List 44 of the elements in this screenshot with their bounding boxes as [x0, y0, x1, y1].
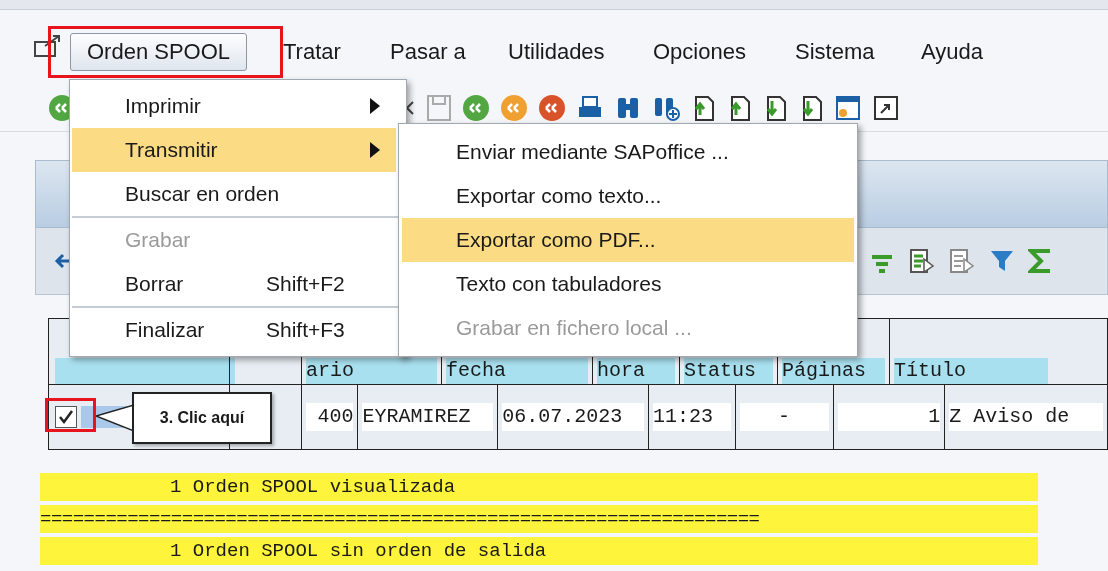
menu-bar-item[interactable]: Pasar a [390, 41, 466, 63]
menu-icon[interactable] [33, 34, 63, 60]
menu-bar-item[interactable]: Orden SPOOL [70, 33, 248, 71]
menu-bar-item[interactable]: Utilidades [508, 41, 605, 63]
table-cell: Z Aviso de [949, 403, 1103, 431]
sum-icon[interactable] [1028, 247, 1052, 275]
column-header: Título [894, 358, 1048, 384]
column-header: hora [597, 358, 675, 384]
table-cell: 1 [837, 403, 941, 431]
column-header: ario [306, 358, 437, 384]
menu-item[interactable]: Imprimir [72, 84, 396, 128]
submenu-arrow-icon [370, 142, 380, 158]
menu-item[interactable]: Finalizar Shift+F3 [72, 308, 396, 352]
table-cell: 11:23 [652, 403, 731, 431]
menu-bar-item[interactable]: Ayuda [921, 41, 983, 63]
table-cell: EYRAMIREZ [362, 403, 494, 431]
menu-item[interactable]: Borrar Shift+F2 [72, 262, 396, 306]
menu-item[interactable]: Exportar como texto... [402, 174, 854, 218]
menu-item[interactable]: Texto con tabuladores [402, 262, 854, 306]
menu-bar-item[interactable]: Sistema [795, 41, 875, 63]
table-cell: 400 [305, 403, 354, 431]
menu-item[interactable]: Buscar en orden [72, 172, 396, 216]
shortcut-label: Shift+F2 [266, 271, 345, 298]
table-cell: - [739, 403, 829, 431]
column-header: Status [684, 358, 773, 384]
checkbox[interactable] [55, 406, 77, 428]
callout-pointer-icon [96, 403, 134, 433]
menu-item[interactable]: Transmitir [72, 128, 396, 172]
highlight-frame [45, 398, 96, 432]
shortcut-label: Shift+F3 [266, 317, 345, 344]
document-arrow-icon[interactable] [908, 247, 936, 275]
check-icon [58, 409, 74, 425]
table-cell: 06.07.2023 [502, 403, 644, 431]
document-arrow-icon[interactable] [948, 247, 976, 275]
cancel-icon[interactable] [538, 94, 566, 122]
submenu-arrow-icon [370, 98, 380, 114]
window-icon[interactable] [834, 94, 862, 122]
column-header: Páginas [782, 358, 885, 384]
menu-bar-item[interactable]: Tratar [283, 41, 341, 63]
menu-item[interactable]: Enviar mediante SAPoffice ... [402, 130, 854, 174]
menu-item[interactable]: Exportar como PDF... [402, 218, 854, 262]
menu-bar-item[interactable]: Opciones [653, 41, 746, 63]
column-header: fecha [446, 358, 588, 384]
back-icon[interactable] [462, 94, 490, 122]
